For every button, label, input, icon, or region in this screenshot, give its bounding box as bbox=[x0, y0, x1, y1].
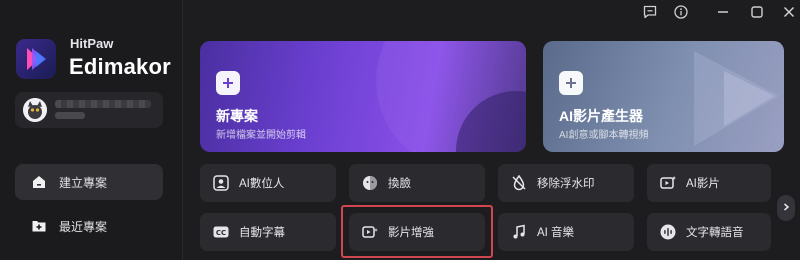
plus-icon bbox=[216, 71, 240, 95]
avatar-frame-icon bbox=[212, 174, 230, 192]
tool-ai-music[interactable]: AI 音樂 bbox=[498, 213, 634, 251]
next-page-button[interactable] bbox=[777, 195, 795, 221]
main-panel: 新專案 新增檔案並開始剪輯 AI影片產生器 AI創意或腳本轉視頻 AI數位人 換… bbox=[183, 0, 800, 260]
tool-label: 換臉 bbox=[388, 178, 411, 190]
plus-icon bbox=[559, 71, 583, 95]
user-name-obscured bbox=[55, 100, 151, 108]
tool-label: 移除浮水印 bbox=[537, 178, 595, 190]
cc-icon: CC bbox=[212, 223, 230, 241]
brand-name-small: HitPaw bbox=[70, 36, 114, 51]
maximize-icon[interactable] bbox=[749, 4, 765, 20]
tool-ai-avatar[interactable]: AI數位人 bbox=[200, 164, 336, 202]
face-swap-icon bbox=[361, 174, 379, 192]
info-icon[interactable] bbox=[673, 4, 689, 20]
sidebar: HitPaw Edimakor 建立專案 最近專案 bbox=[0, 0, 183, 260]
close-icon[interactable] bbox=[781, 4, 797, 20]
tool-label: AI 音樂 bbox=[537, 227, 575, 239]
folder-plus-icon bbox=[31, 218, 47, 234]
video-enhance-icon bbox=[361, 223, 379, 241]
brand-name: Edimakor bbox=[69, 54, 171, 79]
tool-video-enhance[interactable]: 影片增強 bbox=[349, 213, 485, 251]
minimize-icon[interactable] bbox=[715, 4, 731, 20]
user-account-card[interactable] bbox=[15, 92, 163, 128]
new-project-card[interactable]: 新專案 新增檔案並開始剪輯 bbox=[200, 41, 526, 152]
sidebar-item-create-project[interactable]: 建立專案 bbox=[15, 164, 163, 200]
ai-video-icon bbox=[659, 174, 677, 192]
sidebar-item-recent-projects[interactable]: 最近專案 bbox=[15, 208, 163, 244]
hero-title: AI影片產生器 bbox=[559, 108, 643, 124]
tool-auto-subtitles[interactable]: CC 自動字幕 bbox=[200, 213, 336, 251]
hero-subtitle: AI創意或腳本轉視頻 bbox=[559, 130, 649, 141]
tool-label: 自動字幕 bbox=[239, 227, 285, 239]
tool-ai-video[interactable]: AI影片 bbox=[647, 164, 771, 202]
home-icon bbox=[31, 174, 47, 190]
ai-video-generator-card[interactable]: AI影片產生器 AI創意或腳本轉視頻 bbox=[543, 41, 784, 152]
user-plan-obscured bbox=[55, 112, 85, 119]
hero-subtitle: 新增檔案並開始剪輯 bbox=[216, 130, 306, 141]
sidebar-item-label: 最近專案 bbox=[59, 219, 108, 234]
svg-text:CC: CC bbox=[216, 229, 226, 237]
tool-label: 文字轉語音 bbox=[686, 227, 744, 239]
tool-label: 影片增強 bbox=[388, 227, 434, 239]
feedback-icon[interactable] bbox=[642, 4, 658, 20]
music-icon bbox=[510, 223, 528, 241]
tool-label: AI數位人 bbox=[239, 178, 285, 190]
play-shape-decoration-icon bbox=[694, 51, 779, 146]
tool-remove-watermark[interactable]: 移除浮水印 bbox=[498, 164, 634, 202]
chevron-right-icon bbox=[781, 199, 791, 217]
tool-label: AI影片 bbox=[686, 178, 720, 190]
voice-wave-icon bbox=[659, 223, 677, 241]
edimakor-logo-icon bbox=[16, 39, 56, 79]
tool-text-to-speech[interactable]: 文字轉語音 bbox=[647, 213, 771, 251]
remove-watermark-icon bbox=[510, 174, 528, 192]
tool-face-swap[interactable]: 換臉 bbox=[349, 164, 485, 202]
avatar bbox=[23, 98, 47, 122]
hero-decoration bbox=[376, 41, 526, 152]
hero-title: 新專案 bbox=[216, 108, 258, 124]
sidebar-item-label: 建立專案 bbox=[59, 175, 108, 190]
